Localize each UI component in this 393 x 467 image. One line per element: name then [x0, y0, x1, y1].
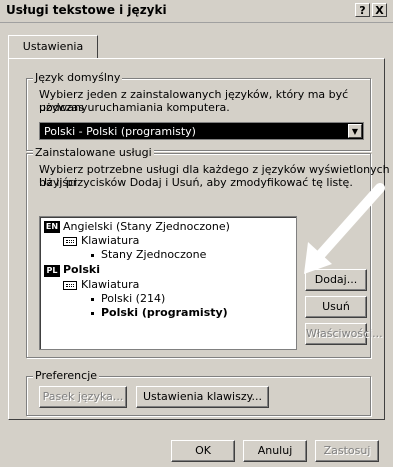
apply-button[interactable]: Zastosuj [315, 440, 379, 462]
title-bar: Usługi tekstowe i języki ? X [0, 0, 393, 23]
keyboard-icon [63, 281, 77, 290]
window-title: Usługi tekstowe i języki [6, 3, 167, 17]
tree-node-english[interactable]: Angielski (Stany Zjednoczone) [63, 220, 230, 233]
tab-settings[interactable]: Ustawienia [8, 35, 98, 59]
preferences-legend: Preferencje [33, 369, 100, 382]
tree-node-pl-keyboard[interactable]: Klawiatura [81, 278, 139, 291]
chevron-down-icon[interactable]: ▼ [348, 124, 362, 138]
properties-button[interactable]: Właściwości... [305, 323, 383, 345]
default-language-select[interactable]: Polski - Polski (programisty) ▼ [39, 122, 364, 140]
remove-button[interactable]: Usuń [305, 296, 367, 318]
tree-node-polish[interactable]: Polski [63, 263, 100, 276]
default-language-legend: Język domyślny [33, 71, 123, 84]
tree-node-en-layout[interactable]: Stany Zjednoczone [101, 248, 206, 261]
bullet-icon [91, 298, 94, 301]
tree-node-en-keyboard[interactable]: Klawiatura [81, 234, 139, 247]
pl-language-badge: PL [44, 265, 60, 277]
default-language-value: Polski - Polski (programisty) [44, 125, 196, 138]
keyboard-icon [63, 237, 77, 246]
dialog-window: Usługi tekstowe i języki ? X Ustawienia … [0, 0, 393, 467]
close-button[interactable]: X [372, 3, 387, 17]
tree-node-pl-layout-214[interactable]: Polski (214) [101, 292, 165, 305]
ok-button[interactable]: OK [171, 440, 235, 462]
installed-services-tree[interactable]: EN Angielski (Stany Zjednoczone) Klawiat… [39, 216, 297, 350]
en-language-badge: EN [44, 221, 60, 233]
key-settings-button[interactable]: Ustawienia klawiszy... [136, 386, 269, 408]
default-language-desc-2: podczas uruchamiania komputera. [39, 101, 230, 114]
annotation-arrow-icon [304, 183, 385, 274]
tree-node-pl-layout-programmer[interactable]: Polski (programisty) [101, 306, 228, 319]
bullet-icon [91, 312, 94, 315]
help-button[interactable]: ? [355, 3, 370, 17]
installed-services-legend: Zainstalowane usługi [33, 146, 154, 159]
cancel-button[interactable]: Anuluj [243, 440, 307, 462]
bullet-icon [91, 254, 94, 257]
language-bar-button[interactable]: Pasek języka... [39, 386, 127, 408]
